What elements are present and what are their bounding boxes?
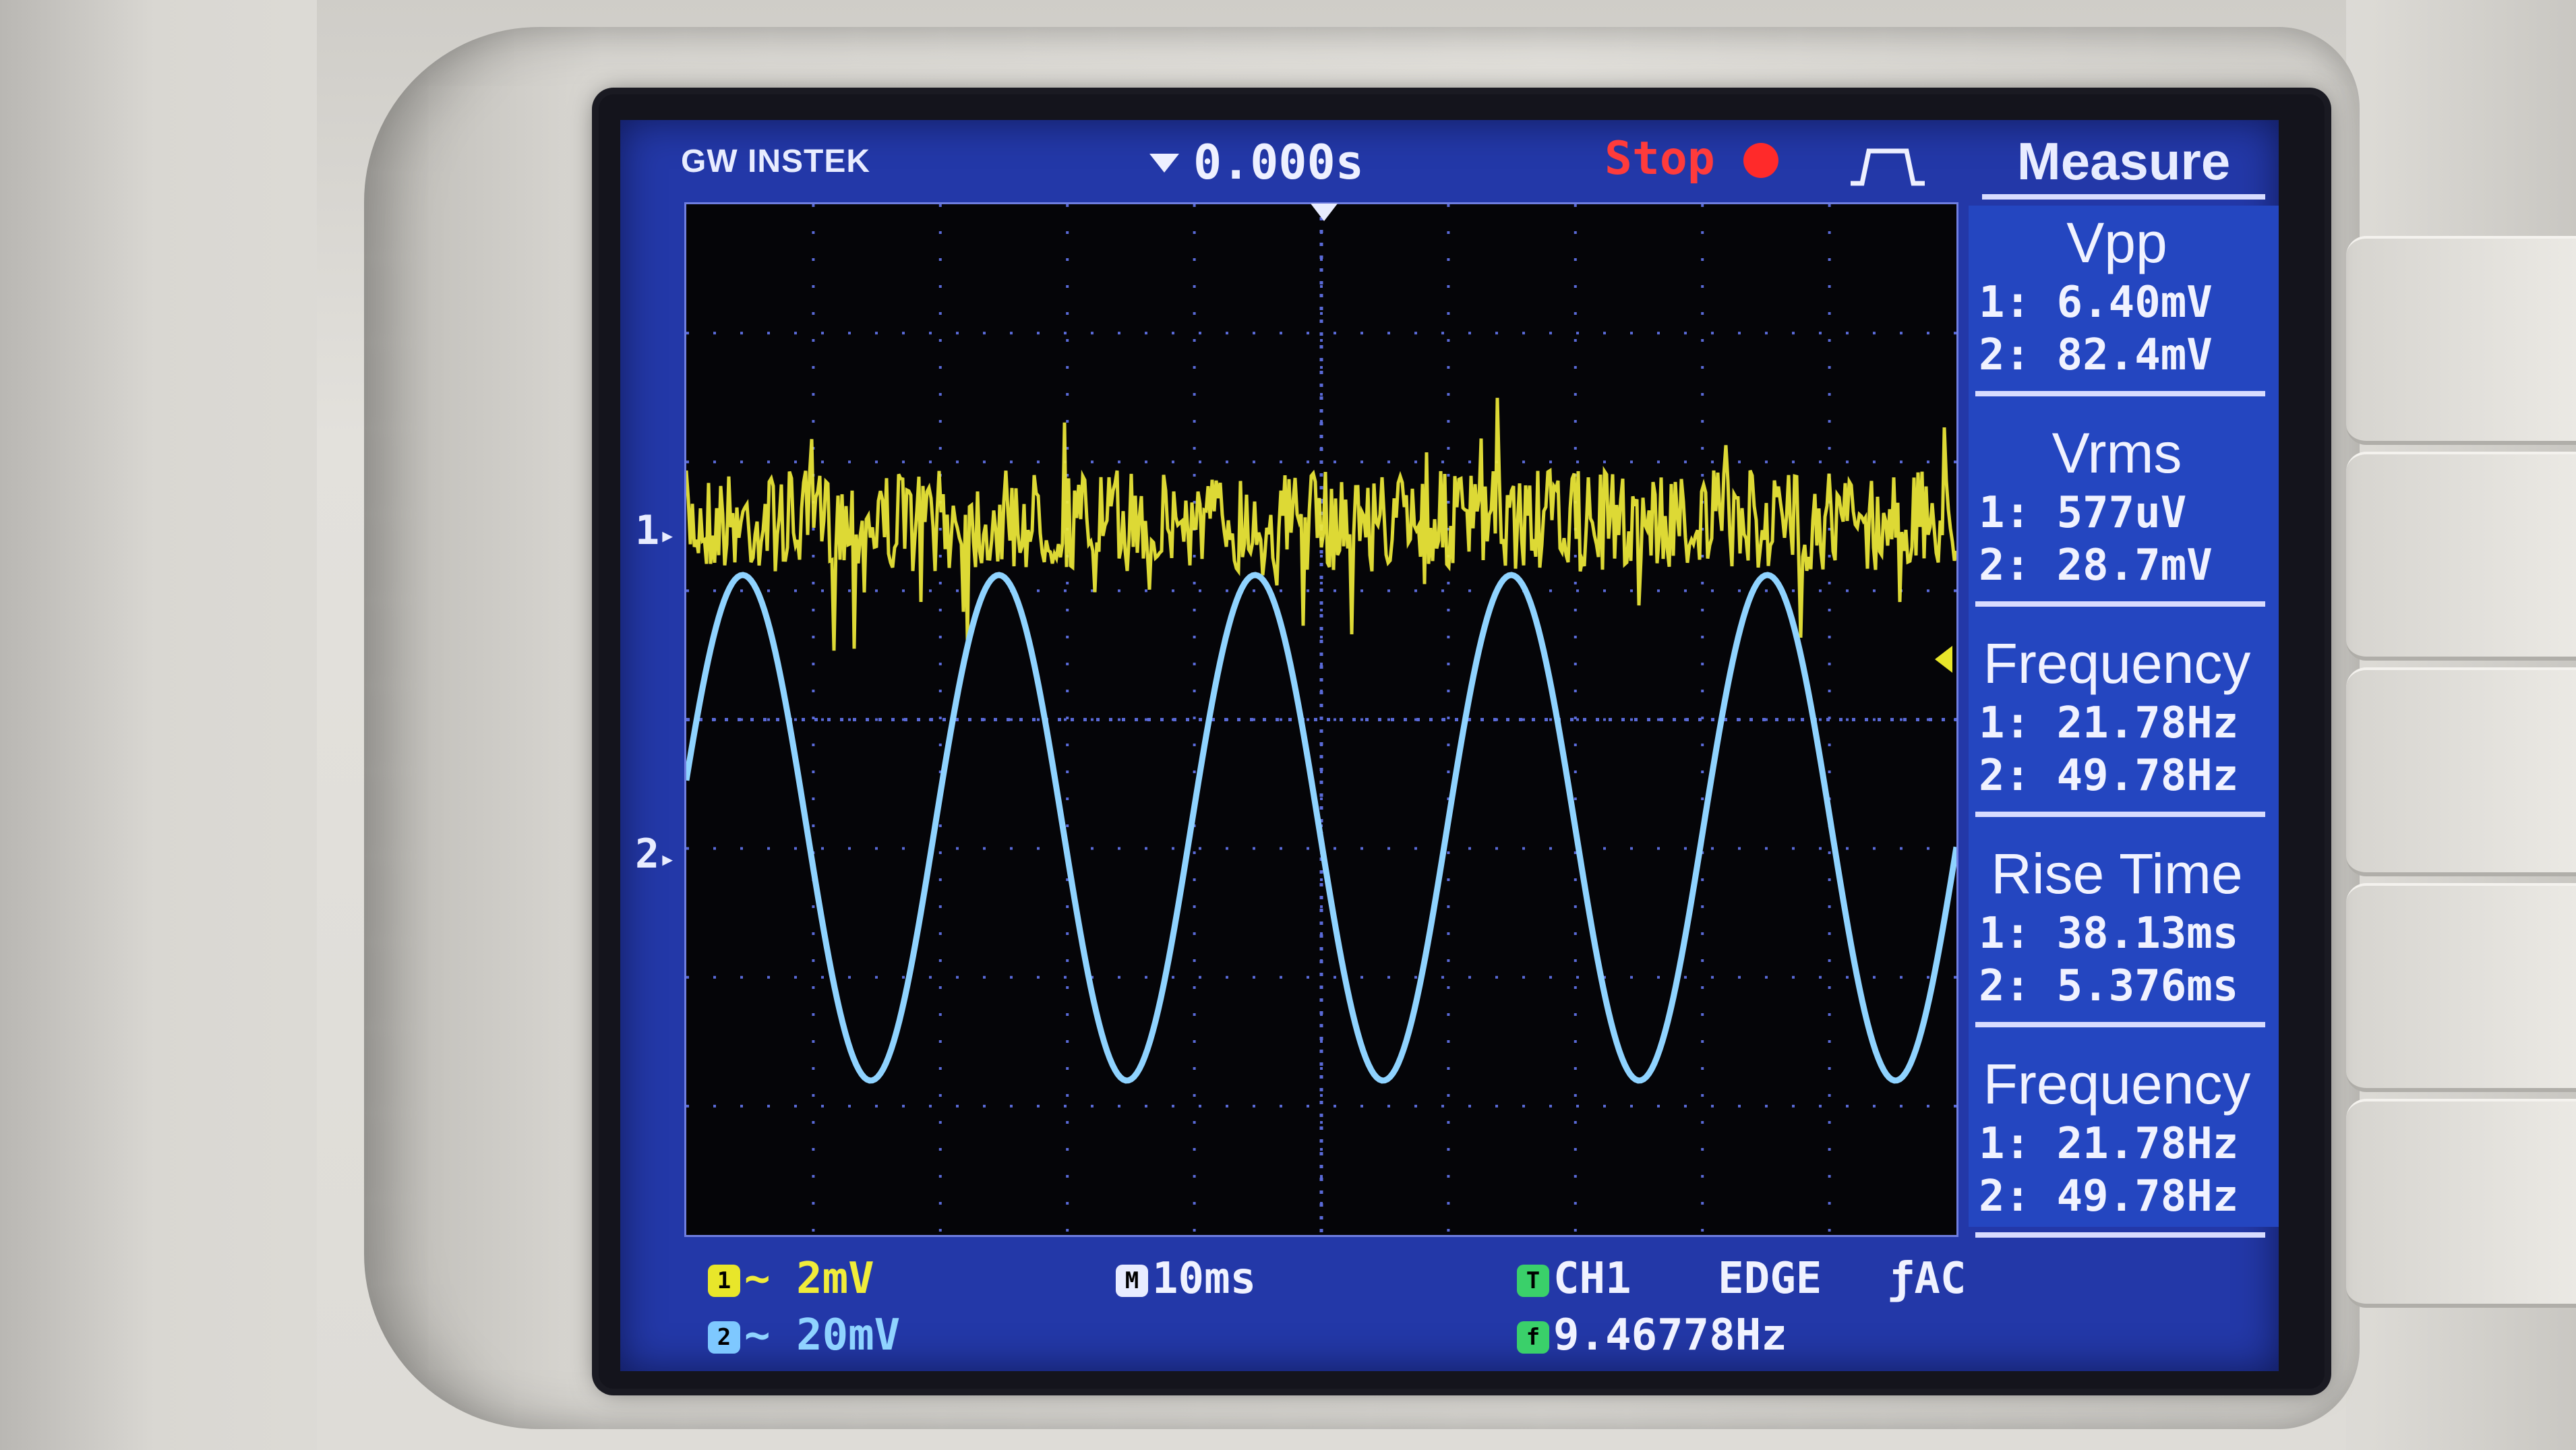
softkey-column	[2346, 236, 2576, 1315]
measure-slot-frequency-2[interactable]: Frequency 1: 21.78Hz 2: 49.78Hz	[1969, 1050, 2265, 1238]
waveform-graticule	[684, 202, 1958, 1237]
ch2-scale-readout: 2 ~ 20mV	[708, 1310, 900, 1360]
measure-title: Vpp	[2066, 211, 2167, 274]
ch1-ground-marker[interactable]: 1▸	[635, 507, 676, 554]
trigger-f-icon: f	[1517, 1321, 1549, 1354]
ch2-scale-text: ~ 20mV	[744, 1310, 901, 1360]
measure-title-underline	[1982, 194, 2265, 200]
ch1-marker-label: 1	[635, 507, 660, 554]
softkey-2[interactable]	[2346, 452, 2576, 661]
measure-divider	[1975, 812, 2265, 817]
measure-divider	[1975, 1022, 2265, 1027]
measure-ch2-value: 2: 82.4mV	[1979, 330, 2213, 380]
measure-slot-rise-time[interactable]: Rise Time 1: 38.13ms 2: 5.376ms	[1969, 840, 2265, 1027]
trigger-frequency-readout: f 9.46778Hz	[1517, 1310, 1787, 1360]
measure-slot-vpp[interactable]: Vpp 1: 6.40mV 2: 82.4mV	[1969, 209, 2265, 396]
measure-ch1-value: 1: 38.13ms	[1979, 909, 2239, 959]
measure-title: Frequency	[1983, 1052, 2251, 1116]
ch2-waveform	[686, 572, 1956, 1084]
trigger-frequency-text: 9.46778Hz	[1553, 1310, 1787, 1360]
softkey-5[interactable]	[2346, 1099, 2576, 1308]
measure-title: Vrms	[2051, 421, 2182, 485]
brand-logo: GW INSTEK	[681, 144, 870, 179]
ch2-ground-marker[interactable]: 2▸	[635, 830, 676, 878]
acquisition-mode-icon	[1851, 148, 1925, 186]
measure-divider	[1975, 601, 2265, 607]
trigger-time: 0.000s	[1193, 135, 1364, 190]
ch1-badge-icon: 1	[708, 1265, 740, 1298]
ch1-scale-readout: 1 ~ 2mV	[708, 1254, 874, 1304]
measure-ch1-value: 1: 21.78Hz	[1979, 698, 2239, 748]
rising-edge-icon: ƒ	[1888, 1254, 1915, 1304]
graticule-svg	[686, 204, 1956, 1235]
trigger-type-text: EDGE	[1718, 1254, 1822, 1304]
ch2-marker-label: 2	[635, 830, 660, 878]
softkey-4[interactable]	[2346, 883, 2576, 1092]
ch1-marker-arrow-icon: ▸	[659, 520, 676, 551]
measure-slot-vrms[interactable]: Vrms 1: 577uV 2: 28.7mV	[1969, 419, 2265, 607]
measure-slot-frequency[interactable]: Frequency 1: 21.78Hz 2: 49.78Hz	[1969, 630, 2265, 817]
measure-ch1-value: 1: 6.40mV	[1979, 278, 2213, 328]
trigger-position-icon	[1149, 154, 1179, 173]
measure-ch1-value: 1: 577uV	[1979, 488, 2187, 538]
measure-ch2-value: 2: 49.78Hz	[1979, 751, 2239, 801]
measure-ch1-value: 1: 21.78Hz	[1979, 1119, 2239, 1169]
measure-ch2-value: 2: 28.7mV	[1979, 541, 2213, 591]
ch2-marker-arrow-icon: ▸	[659, 843, 676, 874]
softkey-1[interactable]	[2346, 236, 2576, 445]
trigger-level-marker-icon[interactable]	[1935, 646, 1952, 673]
measure-divider	[1975, 1232, 2265, 1238]
measure-ch2-value: 2: 49.78Hz	[1979, 1172, 2239, 1221]
ch2-badge-icon: 2	[708, 1321, 740, 1354]
measure-title: Frequency	[1983, 632, 2251, 695]
measure-menu-title: Measure	[2016, 131, 2231, 191]
measure-title: Rise Time	[1991, 842, 2243, 905]
softkey-3[interactable]	[2346, 667, 2576, 876]
trigger-t-icon: T	[1517, 1265, 1549, 1298]
run-status: Stop	[1605, 132, 1715, 185]
timebase-m-icon: M	[1116, 1265, 1148, 1298]
trigger-source-text: CH1	[1553, 1254, 1631, 1304]
measure-ch2-value: 2: 5.376ms	[1979, 961, 2239, 1011]
trigger-pos-marker-icon[interactable]	[1311, 204, 1338, 221]
measure-divider	[1975, 391, 2265, 396]
ch1-scale-text: ~ 2mV	[744, 1254, 874, 1304]
timebase-text: 10ms	[1152, 1254, 1257, 1304]
stop-indicator-icon	[1743, 143, 1778, 178]
trigger-readout: T CH1 EDGE ƒAC	[1517, 1254, 1966, 1304]
timebase-readout: M 10ms	[1116, 1254, 1256, 1304]
trigger-coupling-text: AC	[1914, 1254, 1967, 1304]
